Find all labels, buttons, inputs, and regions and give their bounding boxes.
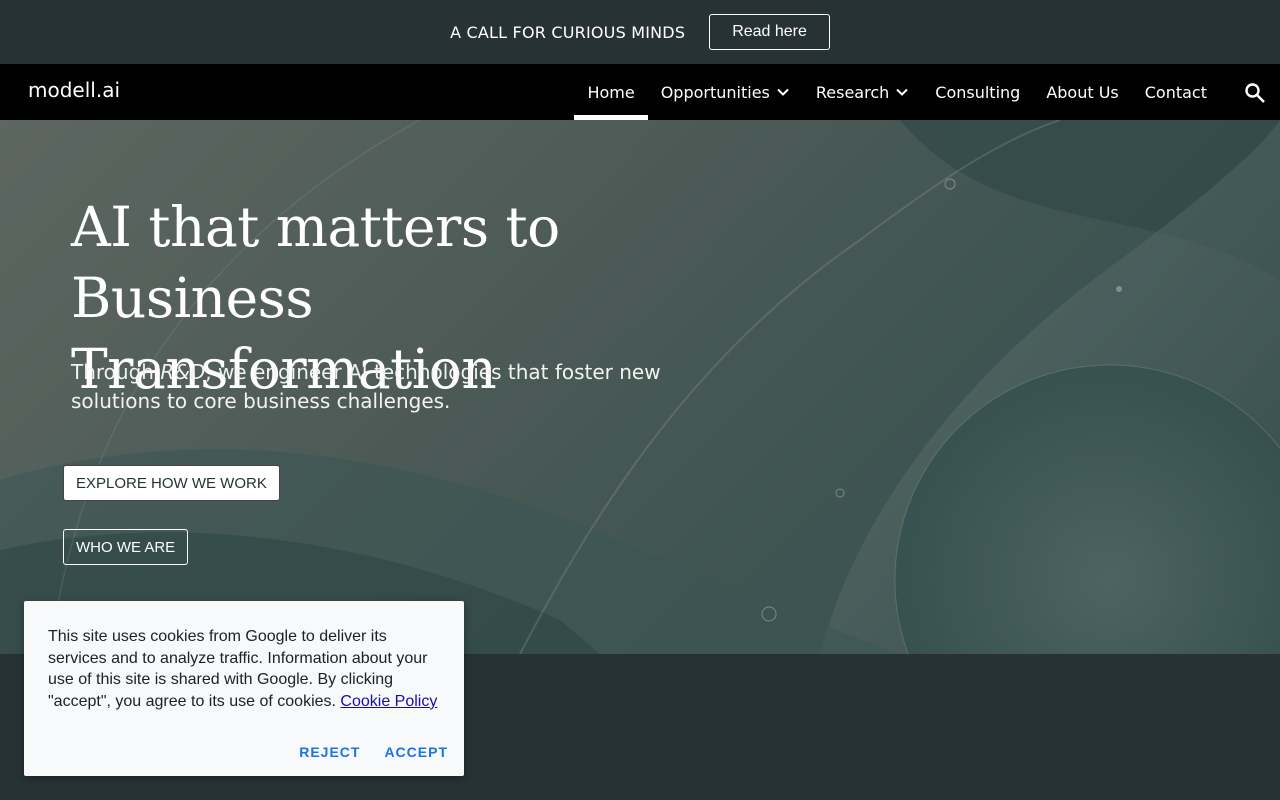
reject-button[interactable]: REJECT	[299, 744, 360, 760]
accept-button[interactable]: ACCEPT	[384, 744, 448, 760]
hero-title-line-1: AI that matters to	[71, 195, 560, 259]
main-nav: Home Opportunities Research Consulting A…	[574, 64, 1220, 120]
explore-how-we-work-button[interactable]: EXPLORE HOW WE WORK	[63, 465, 280, 501]
nav-item-label: About Us	[1046, 82, 1119, 102]
who-we-are-button[interactable]: WHO WE ARE	[63, 529, 189, 565]
hero-subtitle-emphasis: R&D	[160, 360, 206, 384]
chevron-down-icon[interactable]	[895, 85, 909, 99]
nav-item-research[interactable]: Research	[803, 64, 922, 120]
cookie-message: This site uses cookies from Google to de…	[48, 626, 444, 712]
read-here-button[interactable]: Read here	[709, 14, 830, 50]
site-brand[interactable]: modell.ai	[28, 78, 120, 102]
announcement-text: A CALL FOR CURIOUS MINDS	[450, 22, 686, 42]
cookie-consent-dialog: This site uses cookies from Google to de…	[24, 601, 464, 776]
nav-item-opportunities[interactable]: Opportunities	[648, 64, 803, 120]
nav-item-about-us[interactable]: About Us	[1033, 64, 1131, 120]
nav-item-home[interactable]: Home	[574, 64, 648, 120]
nav-item-label: Research	[815, 82, 890, 102]
hero-subtitle: Through R&D, we engineer AI technologies…	[71, 358, 691, 416]
chevron-down-icon[interactable]	[776, 85, 790, 99]
cookie-policy-link[interactable]: Cookie Policy	[340, 693, 437, 710]
nav-item-contact[interactable]: Contact	[1132, 64, 1220, 120]
site-header: modell.ai Home Opportunities Research Co…	[0, 64, 1280, 120]
nav-item-label: Home	[587, 82, 635, 102]
cookie-actions: REJECT ACCEPT	[299, 744, 448, 760]
hero-section: AI that matters to Business Transformati…	[0, 120, 1280, 654]
nav-item-label: Contact	[1144, 82, 1207, 102]
announcement-bar: A CALL FOR CURIOUS MINDS Read here	[0, 0, 1280, 64]
hero-subtitle-prefix: Through	[71, 360, 161, 384]
nav-item-label: Consulting	[935, 82, 1021, 102]
nav-item-consulting[interactable]: Consulting	[922, 64, 1033, 120]
search-icon[interactable]	[1244, 82, 1266, 104]
nav-item-label: Opportunities	[660, 82, 770, 102]
